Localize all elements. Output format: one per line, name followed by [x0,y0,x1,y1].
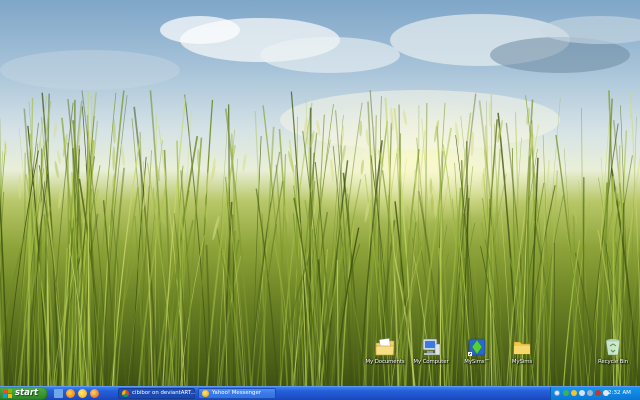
system-tray: 2:32 AM [550,387,640,400]
desktop-icon-label: My Computer [413,359,449,365]
browser-icon[interactable] [90,389,99,398]
clock[interactable]: 2:32 AM [608,387,631,400]
my-documents-icon[interactable]: My Documents [363,336,407,365]
tray-app-icon[interactable] [563,390,569,396]
tray-network-icon[interactable] [579,390,585,396]
mysims-tm-icon[interactable]: MySims™ [455,336,499,365]
task-button-yahoo-messenger[interactable]: Yahoo! Messenger [198,388,276,399]
messenger-icon[interactable] [78,389,87,398]
recycle-bin-glyph-icon [605,338,621,356]
yahoo-messenger-icon [202,390,209,397]
desktop-icon-label: My Documents [365,359,405,365]
tray-volume-icon[interactable] [587,390,593,396]
tray-expand-icon[interactable] [554,390,560,396]
tray-security-icon[interactable] [595,390,601,396]
wallpaper-grass [0,90,640,386]
computer-icon [422,338,441,356]
taskbar: start cibibor on deviantART... Yahoo! Me… [0,386,640,400]
chrome-icon [122,390,129,397]
mysims-app-icon [468,338,486,356]
show-desktop-icon[interactable] [54,389,63,398]
desktop-icon-label: Recycle Bin [598,359,628,365]
mysims-folder-icon[interactable]: MySims [500,336,544,365]
task-button-deviantart[interactable]: cibibor on deviantART... [118,388,196,399]
desktop-icon-label: MySims™ [464,359,490,365]
task-label: Yahoo! Messenger [212,390,262,396]
windows-logo-icon [3,389,12,398]
firefox-icon[interactable] [66,389,75,398]
recycle-bin-icon[interactable]: Recycle Bin [591,336,635,365]
desktop-icon-label: MySims [511,359,533,365]
my-computer-icon[interactable]: My Computer [409,336,453,365]
folder-documents-icon [375,338,395,356]
start-button[interactable]: start [0,387,48,400]
tray-messenger-icon[interactable] [571,390,577,396]
folder-icon [513,341,531,355]
start-label: start [15,388,39,398]
desktop[interactable]: My Documents My Computer MySims™ MySims [0,0,640,386]
task-label: cibibor on deviantART... [132,390,196,396]
